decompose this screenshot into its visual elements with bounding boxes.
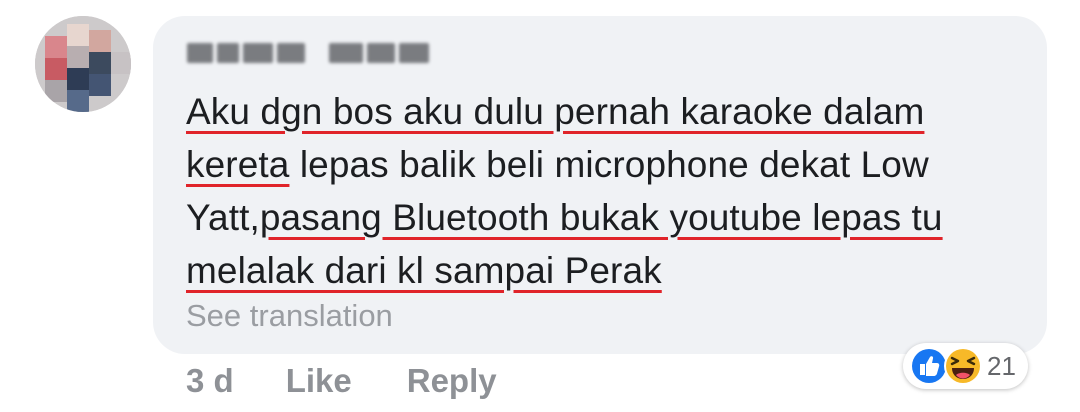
haha-icon <box>944 347 982 385</box>
comment-text-segment: pasang Bluetooth bukak youtube lepas tu … <box>186 197 943 291</box>
comment-text-segment: kereta <box>186 144 290 185</box>
author-name[interactable] <box>187 40 435 66</box>
see-translation-link[interactable]: See translation <box>186 298 393 334</box>
like-button[interactable]: Like <box>286 362 352 400</box>
comment-actions: 3 d Like Reply <box>186 362 497 400</box>
reaction-count: 21 <box>987 350 1016 381</box>
avatar[interactable] <box>35 16 131 112</box>
reactions-summary[interactable]: 21 <box>903 343 1028 389</box>
reply-button[interactable]: Reply <box>407 362 497 400</box>
comment-text-segment: Aku dgn bos aku dulu pernah karaoke dala… <box>186 91 925 132</box>
comment-text: Aku dgn bos aku dulu pernah karaoke dala… <box>186 85 1036 297</box>
comment-timestamp[interactable]: 3 d <box>186 362 234 400</box>
